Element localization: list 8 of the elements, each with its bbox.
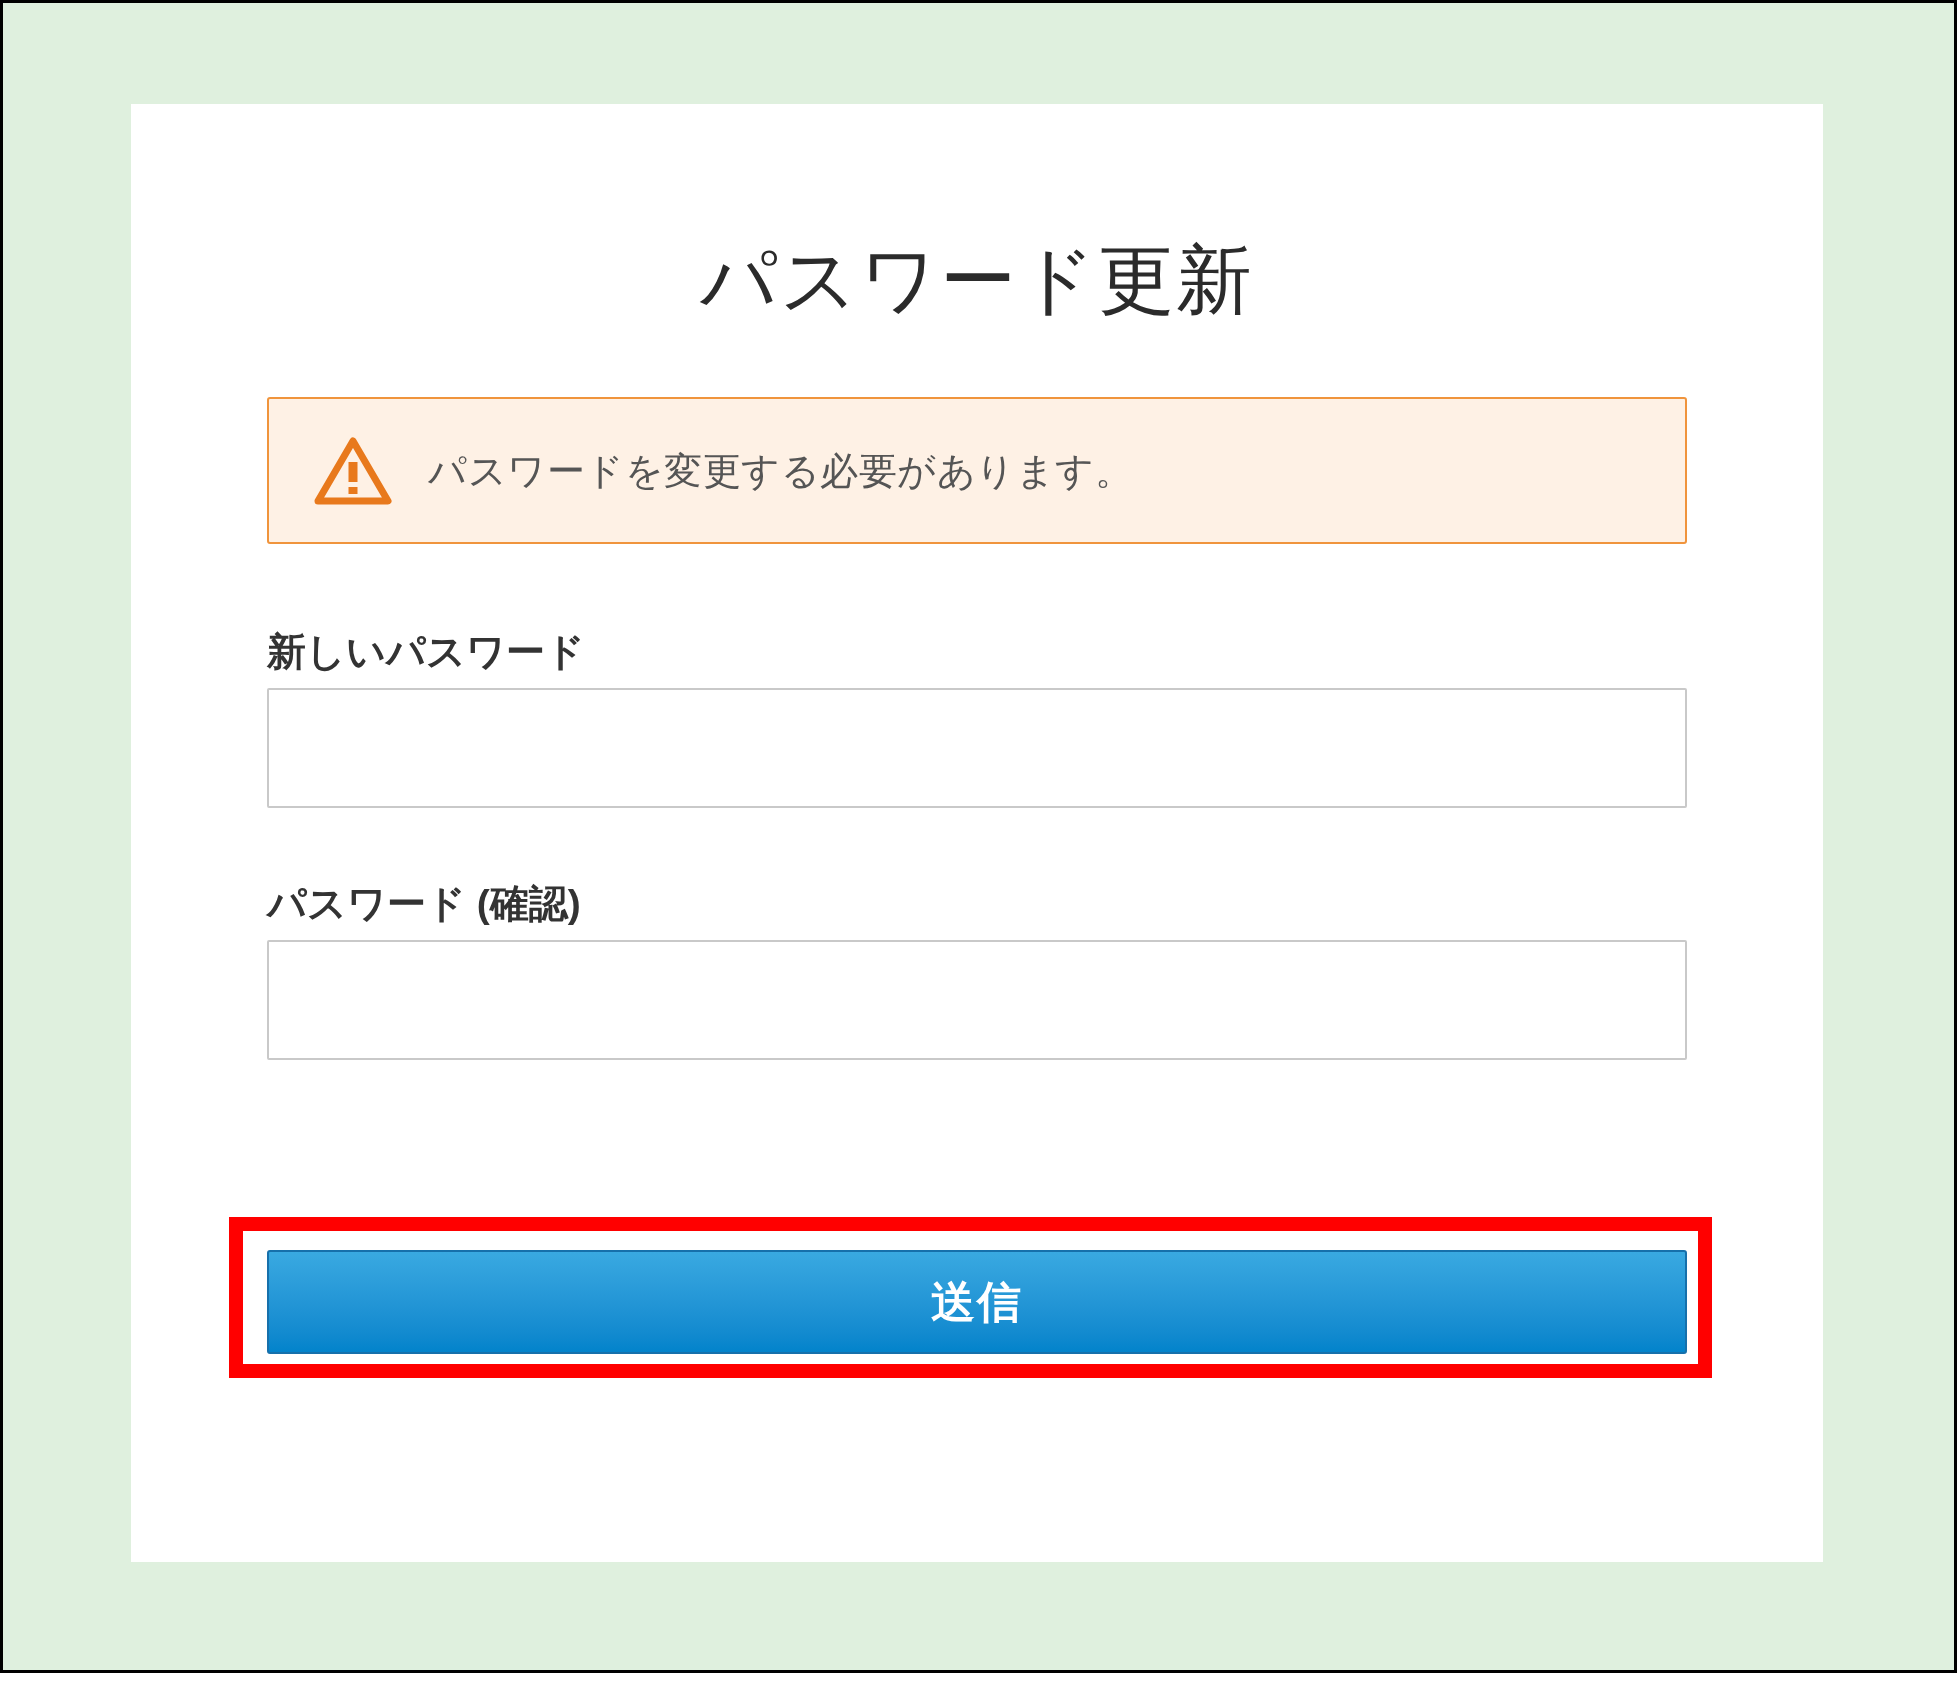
page-title: パスワード更新 bbox=[700, 238, 1254, 322]
field-label: 新しいパスワード bbox=[267, 629, 585, 675]
password-field[interactable] bbox=[267, 940, 1687, 1060]
alert-message: パスワードを変更する必要があります。 bbox=[428, 448, 1133, 494]
warning-icon bbox=[314, 435, 392, 506]
field-label: パスワード (確認) bbox=[267, 881, 581, 927]
password-field[interactable] bbox=[267, 688, 1687, 808]
submit-button[interactable]: 送信 bbox=[267, 1250, 1687, 1354]
